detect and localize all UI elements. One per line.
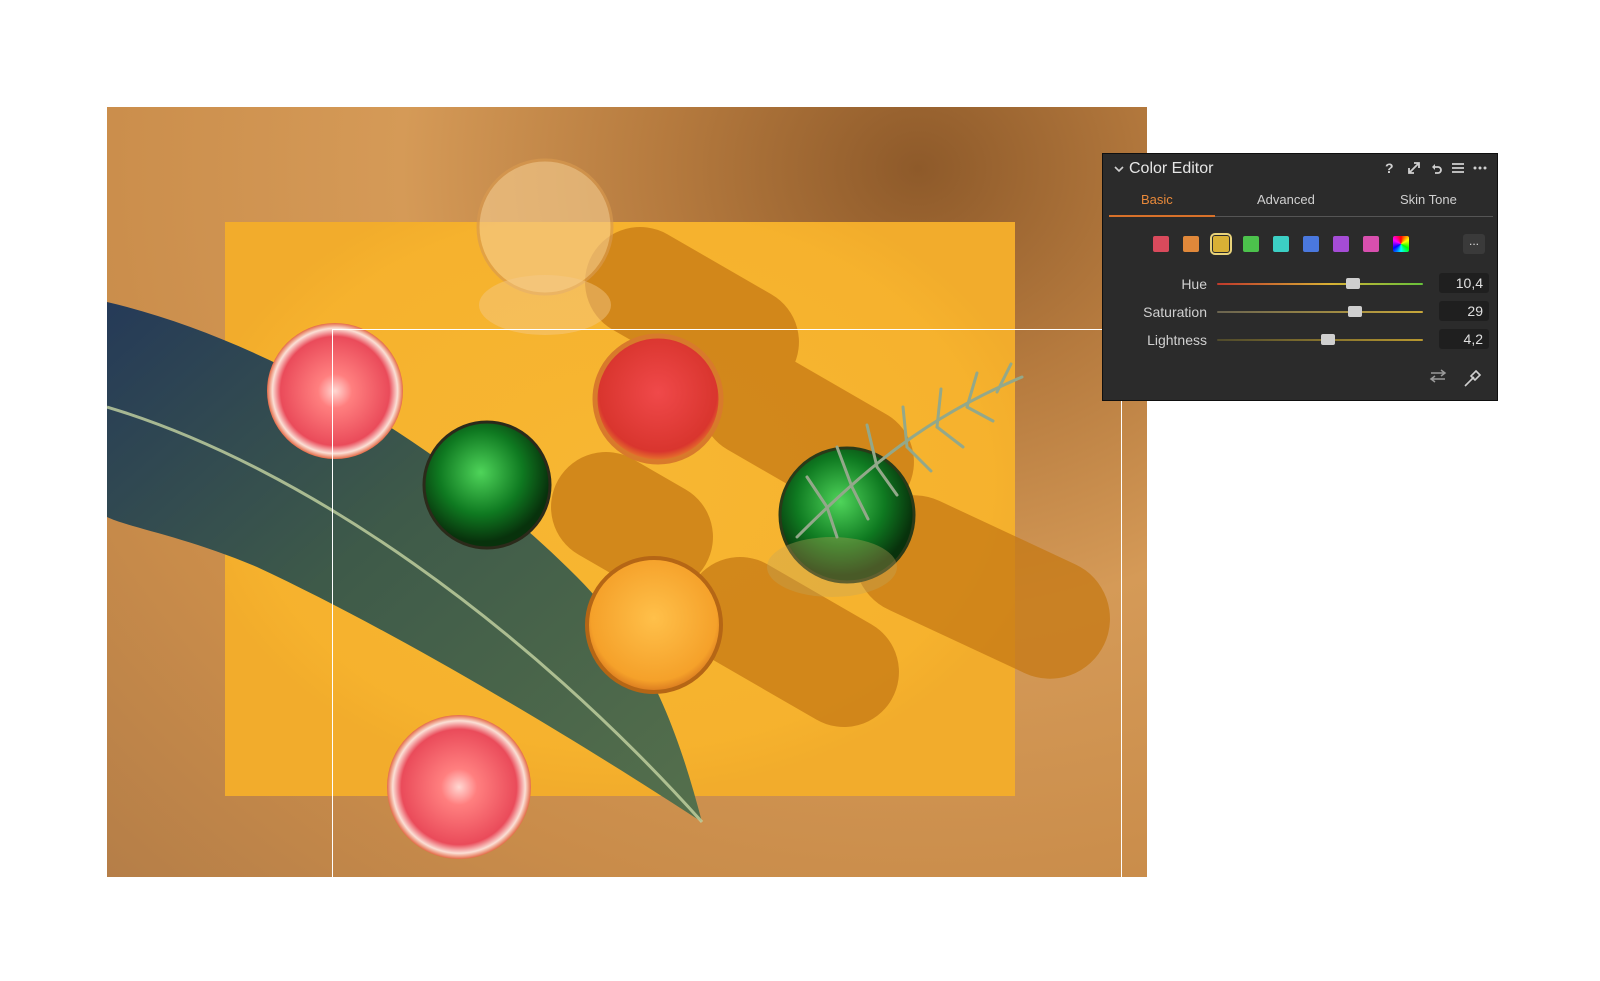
color-swatches	[1153, 233, 1409, 255]
active-tab-indicator	[1109, 215, 1215, 217]
adjust-icon[interactable]	[1429, 368, 1447, 384]
lightness-label: Lightness	[1147, 332, 1207, 348]
color-editor-panel: Color Editor ? Basic Advanced Skin Tone …	[1102, 153, 1498, 401]
swatch-orange[interactable]	[1183, 236, 1199, 252]
lightness-value[interactable]: 4,2	[1439, 329, 1489, 349]
reset-icon[interactable]	[1429, 161, 1443, 175]
swatch-all[interactable]	[1393, 236, 1409, 252]
more-icon[interactable]	[1473, 161, 1487, 175]
help-icon[interactable]: ?	[1385, 161, 1399, 175]
tab-skin-tone[interactable]: Skin Tone	[1400, 192, 1457, 207]
saturation-slider-row: Saturation 29	[1103, 301, 1497, 322]
chevron-down-icon[interactable]	[1113, 163, 1125, 175]
crop-frame[interactable]	[332, 329, 1122, 877]
more-colors-button[interactable]: ...	[1463, 234, 1485, 254]
expand-icon[interactable]	[1407, 161, 1421, 175]
menu-icon[interactable]	[1451, 161, 1465, 175]
saturation-value[interactable]: 29	[1439, 301, 1489, 321]
lightness-slider-row: Lightness 4,2	[1103, 329, 1497, 350]
swatch-red[interactable]	[1153, 236, 1169, 252]
saturation-slider[interactable]	[1217, 306, 1423, 317]
hue-slider-row: Hue 10,4	[1103, 273, 1497, 294]
panel-title: Color Editor	[1129, 160, 1214, 177]
tab-advanced[interactable]: Advanced	[1257, 192, 1315, 207]
tab-bar: Basic Advanced Skin Tone	[1109, 190, 1493, 217]
hue-slider-thumb[interactable]	[1345, 278, 1360, 289]
swatch-yellow[interactable]	[1210, 233, 1232, 255]
swatch-green[interactable]	[1243, 236, 1259, 252]
swatch-blue[interactable]	[1303, 236, 1319, 252]
swatch-purple[interactable]	[1333, 236, 1349, 252]
panel-header: Color Editor ?	[1103, 154, 1497, 184]
photo-canvas	[107, 107, 1147, 877]
lightness-slider[interactable]	[1217, 334, 1423, 345]
hue-slider[interactable]	[1217, 278, 1423, 289]
swatch-aqua[interactable]	[1273, 236, 1289, 252]
color-picker-icon[interactable]	[1463, 368, 1483, 388]
saturation-label: Saturation	[1143, 304, 1207, 320]
hue-value[interactable]: 10,4	[1439, 273, 1489, 293]
hue-label: Hue	[1181, 276, 1207, 292]
lightness-slider-thumb[interactable]	[1321, 334, 1336, 345]
tab-basic[interactable]: Basic	[1141, 192, 1173, 207]
empty-glass	[476, 158, 614, 296]
swatch-magenta[interactable]	[1363, 236, 1379, 252]
saturation-slider-thumb[interactable]	[1348, 306, 1363, 317]
